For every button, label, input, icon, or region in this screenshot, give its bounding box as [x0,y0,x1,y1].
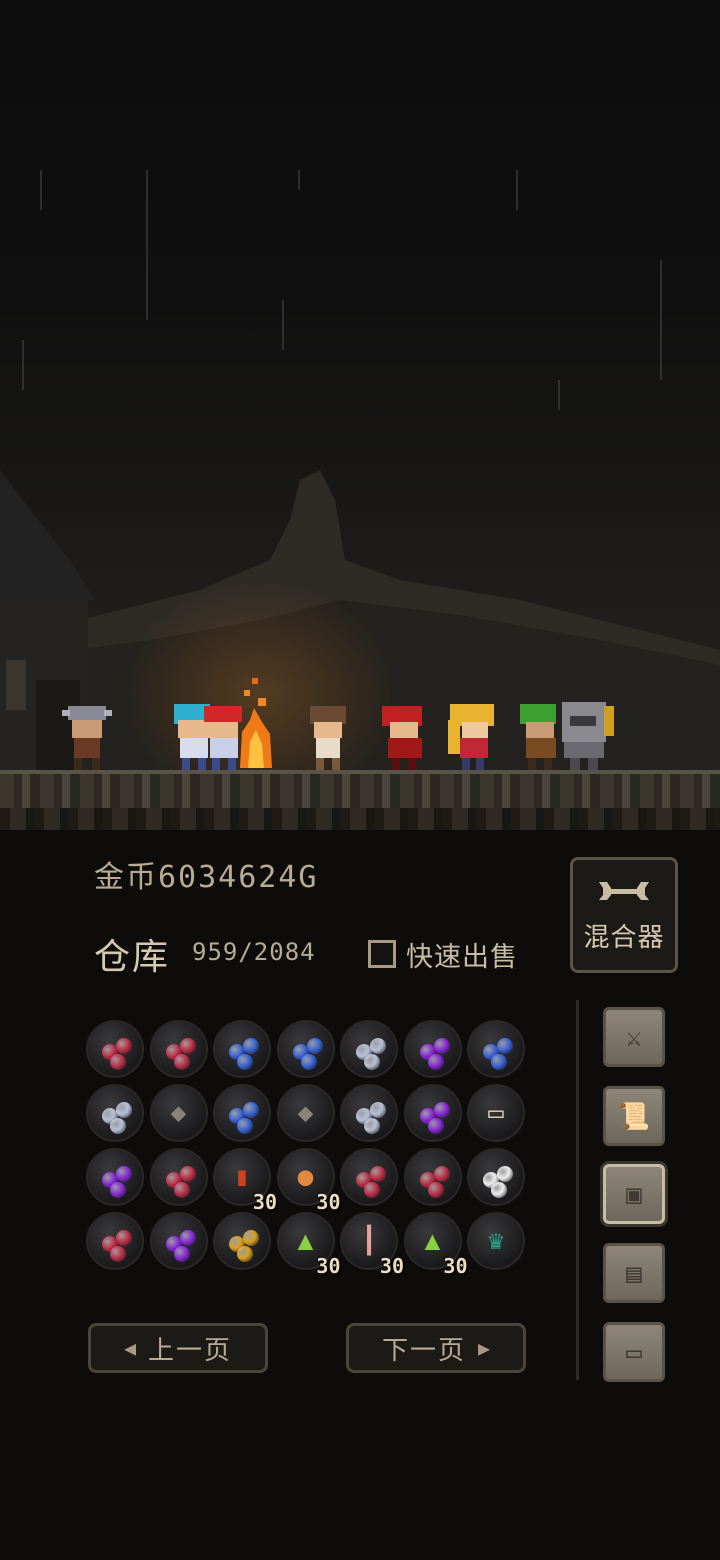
inventory-slot[interactable] [213,1084,271,1142]
scroll-tab[interactable]: 📜 [603,1086,665,1146]
blue-gem-cluster-icon [215,1086,269,1140]
panel-divider [576,1000,579,1380]
warehouse-tab[interactable]: ▣ [603,1164,665,1224]
prev-page-label: 上一页 [148,1335,233,1366]
mixer-button[interactable]: 混合器 [570,857,678,973]
box-icon: ▣ [626,1180,642,1210]
red-cap-hero [204,706,242,770]
inventory-slot[interactable]: ◆ [149,1084,208,1142]
red-gem-cluster-icon [88,1214,142,1268]
silver-gem-cluster-icon [342,1022,396,1076]
red-gem-cluster-icon [88,1022,142,1076]
warehouse-title: 仓库 [94,937,171,978]
inventory-slot[interactable]: ▲ 30 [276,1212,341,1278]
teal-crown-icon: ♛ [488,1226,504,1256]
inventory-slot[interactable] [403,1148,462,1206]
wrench-icon [573,878,675,911]
inventory-slot[interactable]: ┃ 30 [340,1212,404,1278]
item-count-badge: 30 [443,1254,468,1278]
ground [0,770,720,830]
inventory-slot[interactable]: ▭ [467,1084,525,1142]
inventory-slot[interactable] [149,1020,208,1078]
quick-sell-toggle[interactable]: 快速出售 [368,936,518,973]
warehouse-count: 959/2084 [192,938,316,966]
mixer-label: 混合器 [583,923,665,953]
blue-gem-cluster-icon [279,1022,333,1076]
purple-gem-cluster-icon [88,1150,142,1204]
silver-gem-cluster-icon [88,1086,142,1140]
gold-display: 金币6034624G [94,852,319,896]
stone-block-icon: ◆ [297,1098,314,1128]
inventory-slot[interactable] [86,1084,144,1142]
item-count-badge: 30 [316,1190,341,1214]
equipment-tab[interactable]: ⚔ [603,1007,665,1067]
inventory-slot[interactable]: ♛ [467,1212,525,1270]
map-scroll-icon: ▭ [488,1098,504,1128]
documents-icon: ▤ [626,1259,642,1289]
inventory-slot[interactable] [86,1212,144,1270]
gold-amount: 6034624G [158,860,319,895]
next-page-button[interactable]: 下一页 ▶ [346,1323,526,1373]
computer-tab[interactable]: ▭ [603,1322,665,1382]
computer-icon: ▭ [626,1338,642,1368]
arrow-left-icon: ◀ [123,1336,137,1360]
arrow-right-icon: ▶ [477,1336,491,1360]
inventory-slot[interactable] [467,1148,525,1206]
stone-block-icon: ◆ [170,1098,187,1128]
blue-gem-cluster-icon [469,1022,523,1076]
documents-tab[interactable]: ▤ [603,1243,665,1303]
inventory-slot[interactable] [86,1020,144,1078]
quick-sell-label: 快速出售 [406,941,518,973]
red-gem-cluster-icon [342,1150,396,1204]
inventory-slot[interactable] [86,1148,144,1206]
blonde-hero [448,704,494,770]
inventory-slot[interactable] [403,1020,462,1078]
item-count-badge: 30 [252,1190,277,1214]
purple-gem-cluster-icon [152,1214,206,1268]
brown-hair-hero [310,706,346,770]
item-count-badge: 30 [379,1254,404,1278]
white-gem-cluster-icon [469,1150,523,1204]
red-gem-cluster-icon [152,1022,206,1076]
inventory-slot[interactable] [340,1084,398,1142]
inventory-slot[interactable] [213,1212,271,1270]
red-gem-cluster-icon [152,1150,206,1204]
inventory-slot[interactable] [403,1084,462,1142]
inventory-slot[interactable] [149,1148,208,1206]
next-page-label: 下一页 [381,1335,466,1366]
prev-page-button[interactable]: ◀ 上一页 [88,1323,268,1373]
blue-gem-cluster-icon [215,1022,269,1076]
inventory-slot[interactable] [149,1212,208,1270]
silver-gem-cluster-icon [342,1086,396,1140]
purple-gem-cluster-icon [406,1086,460,1140]
inventory-slot[interactable]: ● 30 [276,1148,341,1214]
inventory-grid: ◆ ◆ ▭ ▮ 30 ● 30 ▲ 30 ┃ 30 ▲ 30 ♛ [86,1020,530,1278]
viking-hero [62,706,112,770]
quick-sell-checkbox[interactable] [368,940,396,968]
inventory-slot[interactable] [467,1020,525,1078]
scroll-icon: 📜 [617,1102,651,1132]
gold-gem-cluster-icon [215,1214,269,1268]
inventory-slot[interactable] [213,1020,271,1078]
game-scene [0,0,720,830]
inventory-slot[interactable] [276,1020,335,1078]
red-gem-cluster-icon [406,1150,460,1204]
inventory-slot[interactable]: ▮ 30 [213,1148,277,1214]
inventory-slot[interactable] [340,1020,398,1078]
inventory-slot[interactable] [340,1148,398,1206]
swords-icon: ⚔ [626,1023,642,1053]
purple-gem-cluster-icon [406,1022,460,1076]
item-count-badge: 30 [316,1254,341,1278]
inventory-slot[interactable]: ◆ [276,1084,335,1142]
red-hair-hero [382,706,422,770]
inventory-slot[interactable]: ▲ 30 [403,1212,468,1278]
armored-hero [562,702,614,770]
gold-label: 金币 [94,860,158,895]
